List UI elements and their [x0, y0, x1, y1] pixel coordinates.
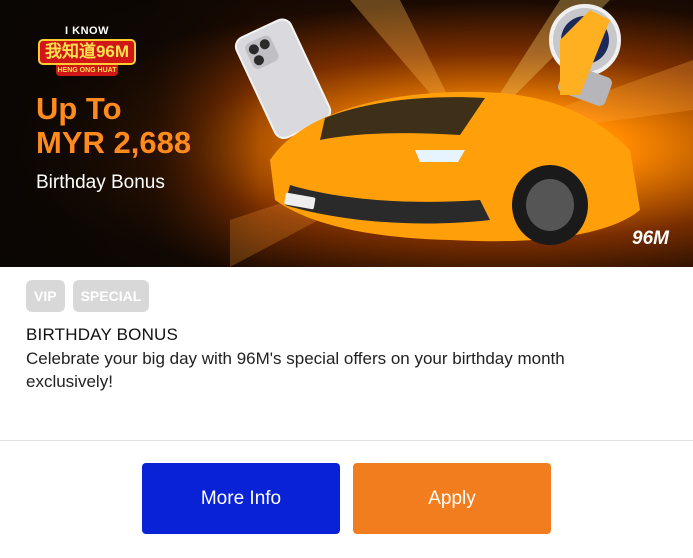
headline-line-1: Up To [36, 91, 122, 126]
tag-special: SPECIAL [72, 280, 150, 312]
logo-bottom-text: HENG ONG HUAT [56, 65, 118, 76]
apply-button[interactable]: Apply [353, 463, 551, 534]
banner-artwork [230, 0, 693, 267]
banner-subline: Birthday Bonus [36, 172, 165, 193]
logo-main-text: 我知道96M [38, 39, 136, 65]
tag-list: VIP SPECIAL [26, 280, 150, 312]
sports-car-image [270, 10, 640, 245]
divider [0, 440, 693, 441]
logo-top-text: I KNOW [65, 25, 109, 37]
banner-headline: Up To MYR 2,688 [36, 92, 256, 160]
banner-watermark: 96M [632, 228, 669, 249]
tag-vip: VIP [26, 280, 65, 312]
promotion-banner: I KNOW 我知道96M HENG ONG HUAT Up To MYR 2,… [0, 0, 693, 267]
more-info-button[interactable]: More Info [142, 463, 340, 534]
promo-title: BIRTHDAY BONUS [26, 325, 179, 344]
brand-logo: I KNOW 我知道96M HENG ONG HUAT [38, 25, 136, 77]
promo-description: Celebrate your big day with 96M's specia… [26, 349, 565, 391]
promotion-card: I KNOW 我知道96M HENG ONG HUAT Up To MYR 2,… [0, 0, 693, 558]
headline-line-2: MYR 2,688 [36, 125, 192, 160]
